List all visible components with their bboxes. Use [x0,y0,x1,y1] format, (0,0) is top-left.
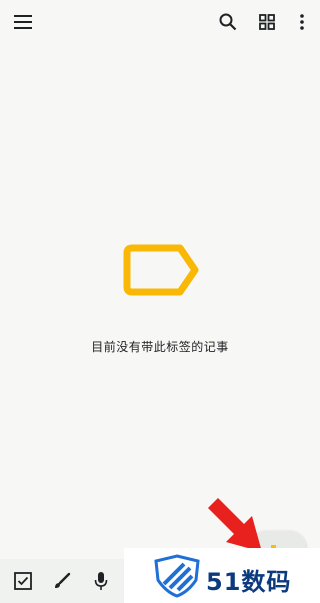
checkbox-icon[interactable] [11,569,35,593]
brush-icon[interactable] [50,569,74,593]
grid-view-icon[interactable] [255,10,279,34]
more-vert-icon[interactable] [290,10,314,34]
label-outline-icon [123,244,199,296]
watermark-text: 51数码 [206,568,292,596]
empty-state [0,240,320,300]
mic-icon[interactable] [89,569,113,593]
shield-logo-icon [154,554,200,598]
empty-state-message: 目前没有带此标签的记事 [91,340,229,354]
menu-icon[interactable] [11,10,35,34]
search-icon[interactable] [216,10,240,34]
top-app-bar [0,0,320,44]
watermark: 51数码 [124,548,320,603]
